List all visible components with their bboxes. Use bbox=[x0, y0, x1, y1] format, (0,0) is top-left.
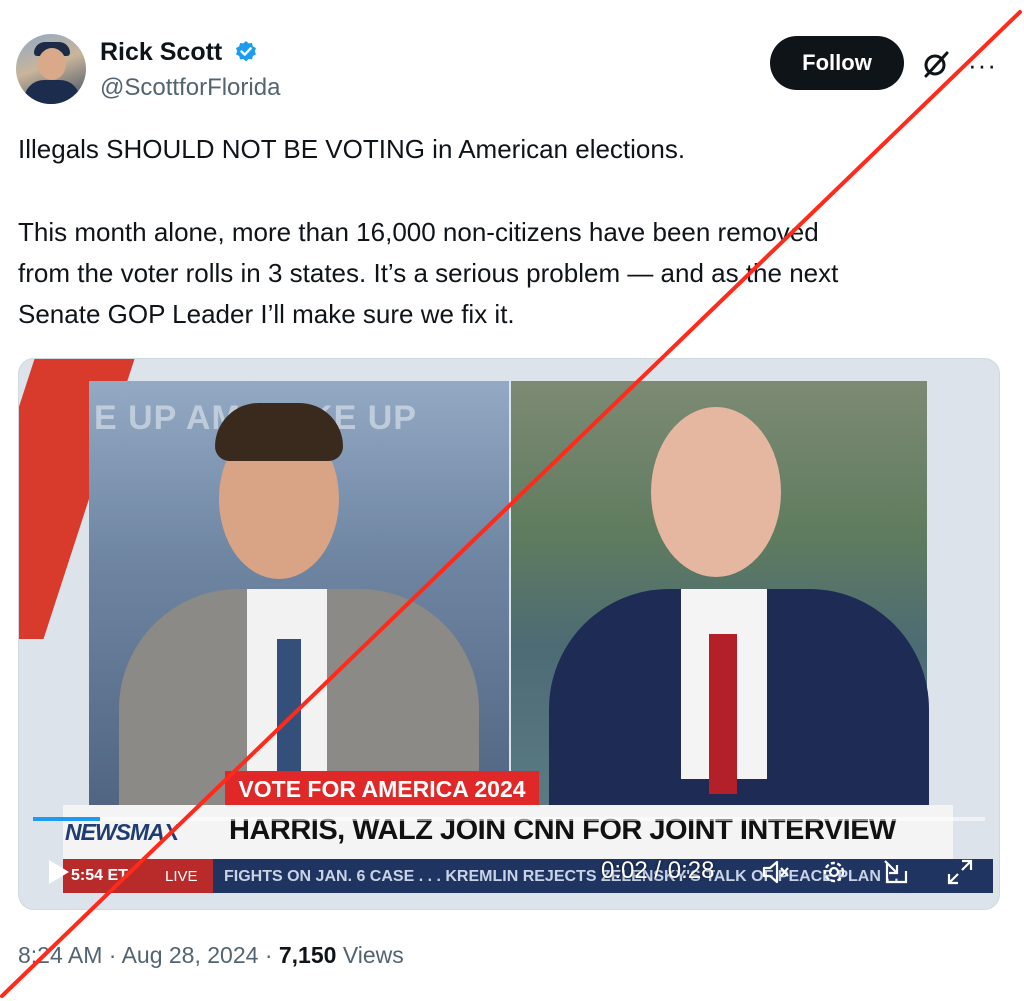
avatar-face bbox=[38, 48, 66, 80]
meta-separator: · bbox=[108, 942, 117, 968]
grok-icon[interactable] bbox=[920, 48, 952, 80]
meta-separator: · bbox=[264, 942, 273, 968]
anchor-tie bbox=[277, 639, 301, 789]
video-time: 0:02 / 0:28 bbox=[601, 857, 715, 884]
play-icon[interactable] bbox=[43, 857, 73, 887]
avatar-shirt bbox=[24, 80, 80, 104]
video-player[interactable]: E UP AM WAKE UP VOTE FOR AMERICA 2024 NE… bbox=[18, 358, 1000, 910]
follow-button[interactable]: Follow bbox=[770, 36, 904, 90]
guest-tie bbox=[709, 634, 737, 794]
verified-badge-icon bbox=[236, 41, 256, 62]
author-handle[interactable]: @ScottforFlorida bbox=[100, 74, 280, 102]
tweet-text-line-1: Illegals SHOULD NOT BE VOTING in America… bbox=[18, 134, 686, 164]
network-logo: NEWSMAX bbox=[65, 819, 179, 845]
vote-banner: VOTE FOR AMERICA 2024 bbox=[225, 771, 539, 807]
more-icon[interactable]: ··· bbox=[968, 50, 997, 81]
tweet-text-line-2: This month alone, more than 16,000 non-c… bbox=[18, 217, 819, 247]
tweet-meta: 8:24 AM · Aug 28, 2024 · 7,150 Views bbox=[18, 942, 404, 969]
picture-in-picture-icon[interactable] bbox=[881, 857, 911, 887]
mute-icon[interactable] bbox=[761, 857, 791, 887]
settings-gear-icon[interactable] bbox=[819, 857, 849, 887]
fullscreen-icon[interactable] bbox=[945, 857, 975, 887]
author-name[interactable]: Rick Scott bbox=[100, 38, 222, 67]
tweet-date[interactable]: Aug 28, 2024 bbox=[122, 942, 259, 968]
views-count: 7,150 bbox=[278, 942, 337, 968]
views-label: Views bbox=[342, 942, 404, 968]
tweet-text-line-3: from the voter rolls in 3 states. It’s a… bbox=[18, 258, 839, 288]
ticker-live: LIVE bbox=[165, 868, 198, 885]
video-progress-fill bbox=[33, 817, 100, 821]
tweet-time[interactable]: 8:24 AM bbox=[18, 942, 102, 968]
anchor-hair bbox=[215, 403, 343, 461]
guest-head bbox=[651, 407, 781, 577]
video-progress-bar[interactable] bbox=[33, 817, 985, 821]
tweet-text-line-4: Senate GOP Leader I’ll make sure we fix … bbox=[18, 299, 515, 329]
ticker-text: FIGHTS ON JAN. 6 CASE . . . KREMLIN REJE… bbox=[224, 868, 899, 885]
avatar[interactable] bbox=[16, 34, 86, 104]
